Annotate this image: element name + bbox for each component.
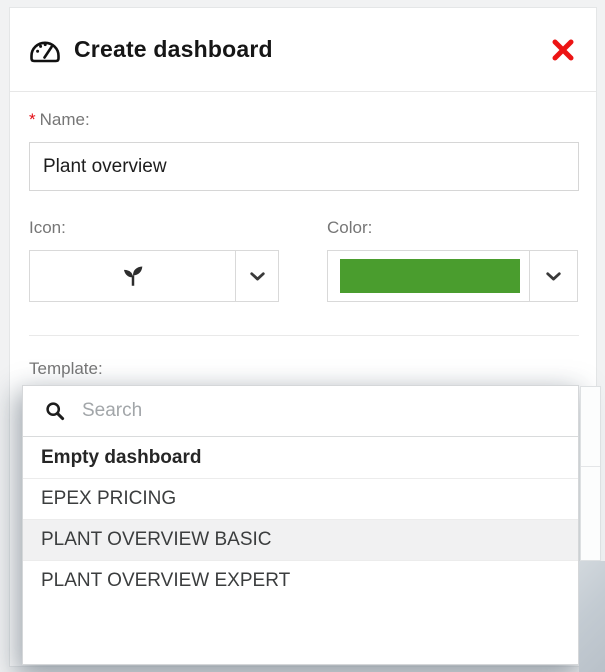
- option-label: Empty dashboard: [41, 447, 201, 469]
- chevron-down-icon: [250, 272, 265, 281]
- scrollbar-thumb-edge: [581, 466, 600, 467]
- required-asterisk: *: [29, 110, 36, 129]
- name-label: *Name:: [29, 110, 90, 130]
- color-select[interactable]: [327, 250, 578, 302]
- seedling-icon: [120, 263, 146, 289]
- icon-select[interactable]: [29, 250, 279, 302]
- color-select-value: [328, 251, 529, 301]
- close-x-icon: [551, 38, 575, 62]
- option-label: PLANT OVERVIEW BASIC: [41, 529, 272, 551]
- template-dropdown-panel: Empty dashboard EPEX PRICING PLANT OVERV…: [22, 385, 579, 665]
- icon-label: Icon:: [29, 218, 66, 238]
- modal-header: Create dashboard: [10, 8, 596, 92]
- template-option-empty-dashboard[interactable]: Empty dashboard: [23, 437, 578, 478]
- search-icon: [45, 401, 65, 421]
- color-select-caret[interactable]: [529, 251, 577, 301]
- create-dashboard-screen: Create dashboard *Name: Icon:: [0, 0, 605, 672]
- icon-select-caret[interactable]: [235, 251, 278, 301]
- section-divider: [29, 335, 579, 336]
- page-title: Create dashboard: [74, 36, 273, 63]
- template-list-scrollbar[interactable]: [580, 386, 601, 561]
- option-label: EPEX PRICING: [41, 488, 176, 510]
- icon-select-value: [30, 251, 235, 301]
- page-scrollbar-thumb[interactable]: [579, 561, 605, 672]
- template-option-plant-overview-basic[interactable]: PLANT OVERVIEW BASIC: [23, 519, 578, 560]
- template-option-epex-pricing[interactable]: EPEX PRICING: [23, 478, 578, 519]
- template-search-input[interactable]: [82, 400, 578, 422]
- template-search-row: [23, 386, 578, 437]
- name-input[interactable]: [29, 142, 579, 191]
- template-label: Template:: [29, 359, 103, 379]
- color-label: Color:: [327, 218, 372, 238]
- option-label: PLANT OVERVIEW EXPERT: [41, 570, 290, 592]
- dashboard-gauge-icon: [29, 36, 61, 64]
- template-option-plant-overview-expert[interactable]: PLANT OVERVIEW EXPERT: [23, 560, 578, 601]
- color-swatch: [340, 259, 520, 293]
- chevron-down-icon: [546, 272, 561, 281]
- close-button[interactable]: [551, 38, 575, 62]
